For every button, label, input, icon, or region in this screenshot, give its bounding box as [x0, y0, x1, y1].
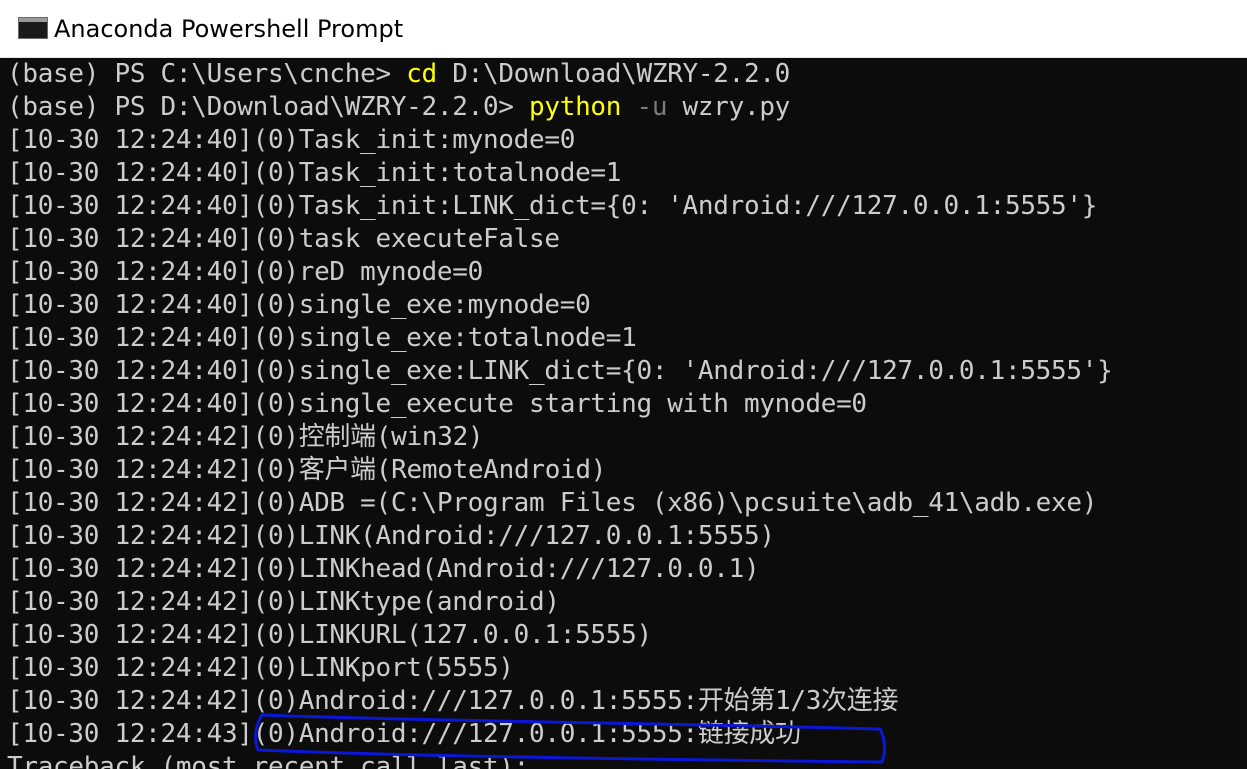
prompt-text: (base) PS D:\Download\WZRY-2.2.0> [7, 92, 530, 122]
output-line: [10-30 12:24:40](0)reD mynode=0 [7, 257, 483, 287]
window-title: Anaconda Powershell Prompt [54, 15, 404, 43]
console-icon[interactable] [18, 17, 48, 39]
output-line: [10-30 12:24:40](0)single_exe:totalnode=… [7, 323, 637, 353]
terminal-window: Anaconda Powershell Prompt (base) PS C:\… [0, 0, 1247, 769]
output-line: [10-30 12:24:40](0)task executeFalse [7, 224, 560, 254]
output-line: [10-30 12:24:40](0)single_execute starti… [7, 389, 867, 419]
output-line: [10-30 12:24:42](0)LINKtype(android) [7, 587, 560, 617]
output-line: [10-30 12:24:42](0)LINK(Android:///127.0… [7, 521, 775, 551]
highlighted-output-line: [10-30 12:24:43](0)Android:///127.0.0.1:… [7, 719, 801, 749]
output-line: [10-30 12:24:40](0)single_exe:LINK_dict=… [7, 356, 1113, 386]
command-name: cd [406, 59, 437, 89]
command-line: (base) PS C:\Users\cnche> cd D:\Download… [7, 58, 790, 91]
command-name: python [529, 92, 622, 122]
command-args: wzry.py [667, 92, 791, 122]
title-bar[interactable]: Anaconda Powershell Prompt [0, 0, 1247, 58]
output-line: [10-30 12:24:40](0)Task_init:totalnode=1 [7, 158, 622, 188]
output-line: [10-30 12:24:42](0)控制端(win32) [7, 422, 484, 452]
output-line: [10-30 12:24:42](0)客户端(RemoteAndroid) [7, 455, 607, 485]
output-line: [10-30 12:24:42](0)LINKport(5555) [7, 653, 514, 683]
console-output[interactable]: (base) PS C:\Users\cnche> cd D:\Download… [0, 58, 1247, 769]
output-line: [10-30 12:24:42](0)ADB =(C:\Program File… [7, 488, 1098, 518]
output-line: [10-30 12:24:40](0)Task_init:LINK_dict={… [7, 191, 1098, 221]
command-line: (base) PS D:\Download\WZRY-2.2.0> python… [7, 91, 790, 124]
output-line: [10-30 12:24:40](0)Task_init:mynode=0 [7, 125, 576, 155]
output-line: [10-30 12:24:42](0)Android:///127.0.0.1:… [7, 686, 899, 716]
command-args: D:\Download\WZRY-2.2.0 [436, 59, 791, 89]
traceback-line: Traceback (most recent call last): [7, 752, 530, 769]
prompt-text: (base) PS C:\Users\cnche> [7, 59, 407, 89]
command-flag: -u [621, 92, 668, 122]
output-line: [10-30 12:24:42](0)LINKURL(127.0.0.1:555… [7, 620, 652, 650]
output-line: [10-30 12:24:42](0)LINKhead(Android:///1… [7, 554, 760, 584]
output-line: [10-30 12:24:40](0)single_exe:mynode=0 [7, 290, 591, 320]
